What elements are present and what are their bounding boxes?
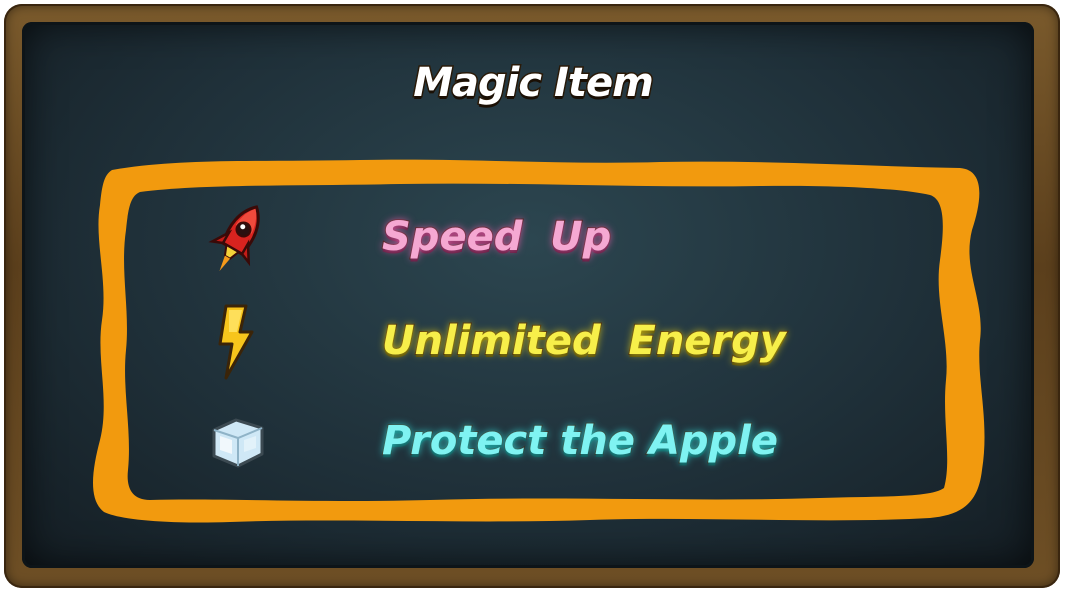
item-label-protect-the-apple: Protect the Apple [381, 417, 779, 465]
rocket-icon [208, 205, 260, 272]
orange-wavy-border [93, 159, 985, 523]
item-label-unlimited-energy: Unlimited Energy [381, 317, 787, 365]
lightning-bolt-icon [218, 304, 254, 380]
item-label-speed-up: Speed Up [381, 213, 612, 261]
ice-cube-icon [212, 418, 264, 468]
